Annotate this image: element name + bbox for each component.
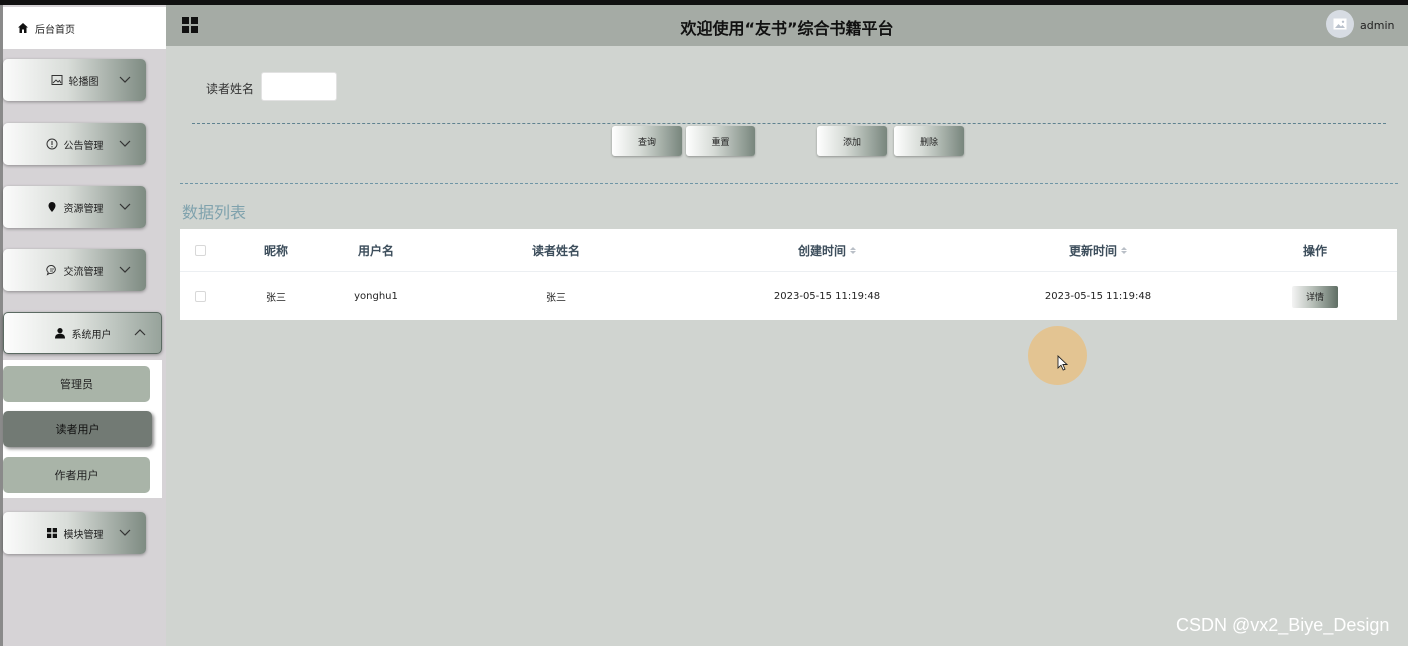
grid-icon [46, 527, 58, 539]
column-header-reader-name: 读者姓名 [531, 243, 580, 258]
sidebar-menu-label: 资源管理 [63, 203, 104, 215]
chevron-down-icon [119, 529, 131, 536]
submenu-item-author-users[interactable]: 作者用户 [3, 457, 150, 493]
reader-name-input[interactable] [261, 72, 337, 101]
column-header-created-time[interactable]: 创建时间 [720, 229, 934, 271]
data-table: 昵称 用户名 读者姓名 创建时间 更新时间 操作 张三 yonghu1 张三 2… [180, 229, 1397, 320]
chevron-down-icon [119, 76, 131, 83]
submenu-item-reader-users[interactable]: 读者用户 [3, 411, 152, 447]
sidebar-menu-resources[interactable]: 资源管理 [3, 186, 146, 228]
top-header: 欢迎使用“友书”综合书籍平台 admin [166, 5, 1408, 46]
sort-icon[interactable] [1121, 246, 1127, 254]
user-icon [54, 327, 66, 339]
sidebar-menu-label: 模块管理 [63, 529, 104, 541]
sidebar-menu-system-users[interactable]: 系统用户 [3, 312, 162, 354]
submenu-item-admin[interactable]: 管理员 [3, 366, 150, 402]
location-pin-icon [46, 201, 58, 213]
sidebar-menu-notice[interactable]: 公告管理 [3, 123, 146, 165]
sidebar-item-label: 后台首页 [35, 24, 75, 36]
sidebar-menu-carousel[interactable]: 轮播图 [3, 59, 146, 101]
cell-created-time: 2023-05-15 11:19:48 [773, 291, 881, 302]
row-checkbox-cell [180, 273, 220, 320]
select-all-checkbox-cell [180, 229, 220, 271]
sidebar-item-home[interactable]: 后台首页 [3, 7, 166, 49]
cell-username: yonghu1 [354, 291, 398, 302]
column-header-nickname: 昵称 [263, 243, 288, 258]
submenu-system-users: 管理员 读者用户 作者用户 [3, 360, 162, 498]
list-title: 数据列表 [182, 203, 247, 222]
avatar[interactable] [1326, 10, 1354, 38]
divider [180, 183, 1398, 184]
username[interactable]: admin [1360, 19, 1394, 32]
column-header-label: 更新时间 [1068, 243, 1117, 258]
cell-actions: 详情 [1270, 273, 1360, 320]
sidebar-menu-label: 系统用户 [71, 329, 112, 341]
sidebar: 后台首页 轮播图 公告管理 资源管理 交流管理 系统用户 管理员 读者用户 作者… [3, 5, 166, 646]
sort-icon[interactable] [850, 246, 856, 254]
image-icon [1333, 18, 1347, 30]
chat-icon [45, 264, 58, 276]
reset-button[interactable]: 重置 [686, 126, 755, 156]
page-title: 欢迎使用“友书”综合书籍平台 [680, 19, 894, 38]
column-header-actions: 操作 [1302, 243, 1327, 258]
sidebar-menu-label: 轮播图 [68, 76, 99, 88]
cell-updated-time: 2023-05-15 11:19:48 [1044, 291, 1152, 302]
info-icon [46, 138, 58, 150]
delete-button[interactable]: 删除 [894, 126, 964, 156]
divider [192, 123, 1386, 124]
detail-button[interactable]: 详情 [1292, 285, 1338, 308]
chevron-up-icon [134, 329, 146, 336]
home-icon [17, 22, 29, 34]
sidebar-menu-label: 公告管理 [63, 140, 104, 152]
cell-reader-name: 张三 [546, 293, 566, 304]
sidebar-menu-communication[interactable]: 交流管理 [3, 249, 146, 291]
sidebar-menu-label: 交流管理 [63, 266, 104, 278]
mouse-cursor-icon [1057, 355, 1069, 371]
column-header-username: 用户名 [357, 243, 394, 258]
chevron-down-icon [119, 203, 131, 210]
column-header-updated-time[interactable]: 更新时间 [990, 229, 1206, 271]
search-label: 读者姓名 [206, 82, 255, 96]
table-row: 张三 yonghu1 张三 2023-05-15 11:19:48 2023-0… [180, 273, 1397, 320]
table-header-row: 昵称 用户名 读者姓名 创建时间 更新时间 操作 [180, 229, 1397, 272]
sidebar-menu-modules[interactable]: 模块管理 [3, 512, 146, 554]
picture-icon [51, 74, 63, 86]
chevron-down-icon [119, 140, 131, 147]
row-checkbox[interactable] [194, 291, 206, 302]
column-header-label: 创建时间 [797, 243, 846, 258]
add-button[interactable]: 添加 [817, 126, 887, 156]
chevron-down-icon [119, 266, 131, 273]
cell-nickname: 张三 [266, 293, 286, 304]
watermark: CSDN @vx2_Biye_Design [1176, 615, 1390, 635]
select-all-checkbox[interactable] [194, 244, 206, 256]
query-button[interactable]: 查询 [612, 126, 682, 156]
